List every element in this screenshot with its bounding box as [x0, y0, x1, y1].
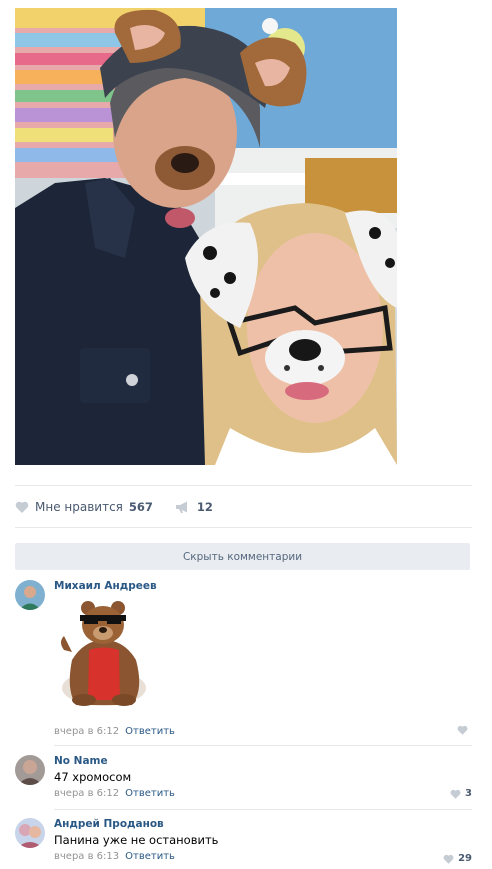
heart-icon [443, 854, 454, 864]
bear-sticker-image [61, 601, 146, 706]
avatar-image [15, 755, 45, 785]
divider-comment-2 [54, 809, 472, 810]
share-button[interactable]: 12 [175, 500, 213, 514]
like-button[interactable]: Мне нравится 567 [15, 500, 153, 514]
comment-body: No Name 47 хромосом вчера в 6:12 Ответит… [54, 755, 472, 800]
avatar-image [15, 580, 45, 610]
comment-author[interactable]: Андрей Проданов [54, 818, 472, 831]
reply-button[interactable]: Ответить [125, 787, 175, 800]
comment-like-button[interactable]: 29 [443, 853, 472, 864]
comment-like-button[interactable] [457, 725, 472, 735]
heart-icon [457, 725, 468, 735]
avatar[interactable] [15, 755, 45, 785]
comment-text: Панина уже не остановить [54, 833, 219, 847]
comment-meta: вчера в 6:13 Ответить [54, 850, 472, 863]
bear-sticker [54, 600, 154, 710]
divider-top [15, 485, 472, 486]
share-count: 12 [196, 500, 213, 514]
comment-meta: вчера в 6:12 Ответить [54, 725, 175, 738]
comment-meta: вчера в 6:12 Ответить [54, 787, 472, 800]
hide-comments-button[interactable]: Скрыть комментарии [15, 543, 470, 570]
comment-time[interactable]: вчера в 6:12 [54, 787, 119, 800]
avatar-image [15, 818, 45, 848]
comment-text: 47 хромосом [54, 770, 132, 784]
avatar[interactable] [15, 580, 45, 610]
divider-comment-1 [54, 745, 472, 746]
post-photo[interactable] [15, 8, 397, 465]
comment-body: Михаил Андреев [54, 580, 472, 593]
reply-button[interactable]: Ответить [125, 725, 175, 738]
comment-time[interactable]: вчера в 6:13 [54, 850, 119, 863]
comment-like-button[interactable]: 3 [450, 788, 472, 799]
divider-middle [15, 527, 472, 528]
comment-author[interactable]: Михаил Андреев [54, 580, 472, 593]
avatar[interactable] [15, 818, 45, 848]
heart-icon [450, 789, 461, 799]
like-count: 567 [128, 500, 153, 514]
heart-icon [15, 501, 29, 513]
comment-3: Андрей Проданов Панина уже не остановить… [15, 818, 472, 868]
post-actions: Мне нравится 567 12 [15, 497, 235, 517]
photo-image [15, 8, 397, 465]
comment-1: Михаил Андреев вчера в 6:12 Ответить [15, 580, 472, 740]
comment-author[interactable]: No Name [54, 755, 472, 768]
comment-time[interactable]: вчера в 6:12 [54, 725, 119, 738]
comment-body: Андрей Проданов Панина уже не остановить… [54, 818, 472, 863]
comment-2: No Name 47 хромосом вчера в 6:12 Ответит… [15, 755, 472, 805]
reply-button[interactable]: Ответить [125, 850, 175, 863]
megaphone-icon [175, 501, 187, 513]
comment-like-count: 29 [458, 853, 472, 864]
comment-like-count: 3 [465, 788, 472, 799]
like-label: Мне нравится [35, 500, 123, 514]
